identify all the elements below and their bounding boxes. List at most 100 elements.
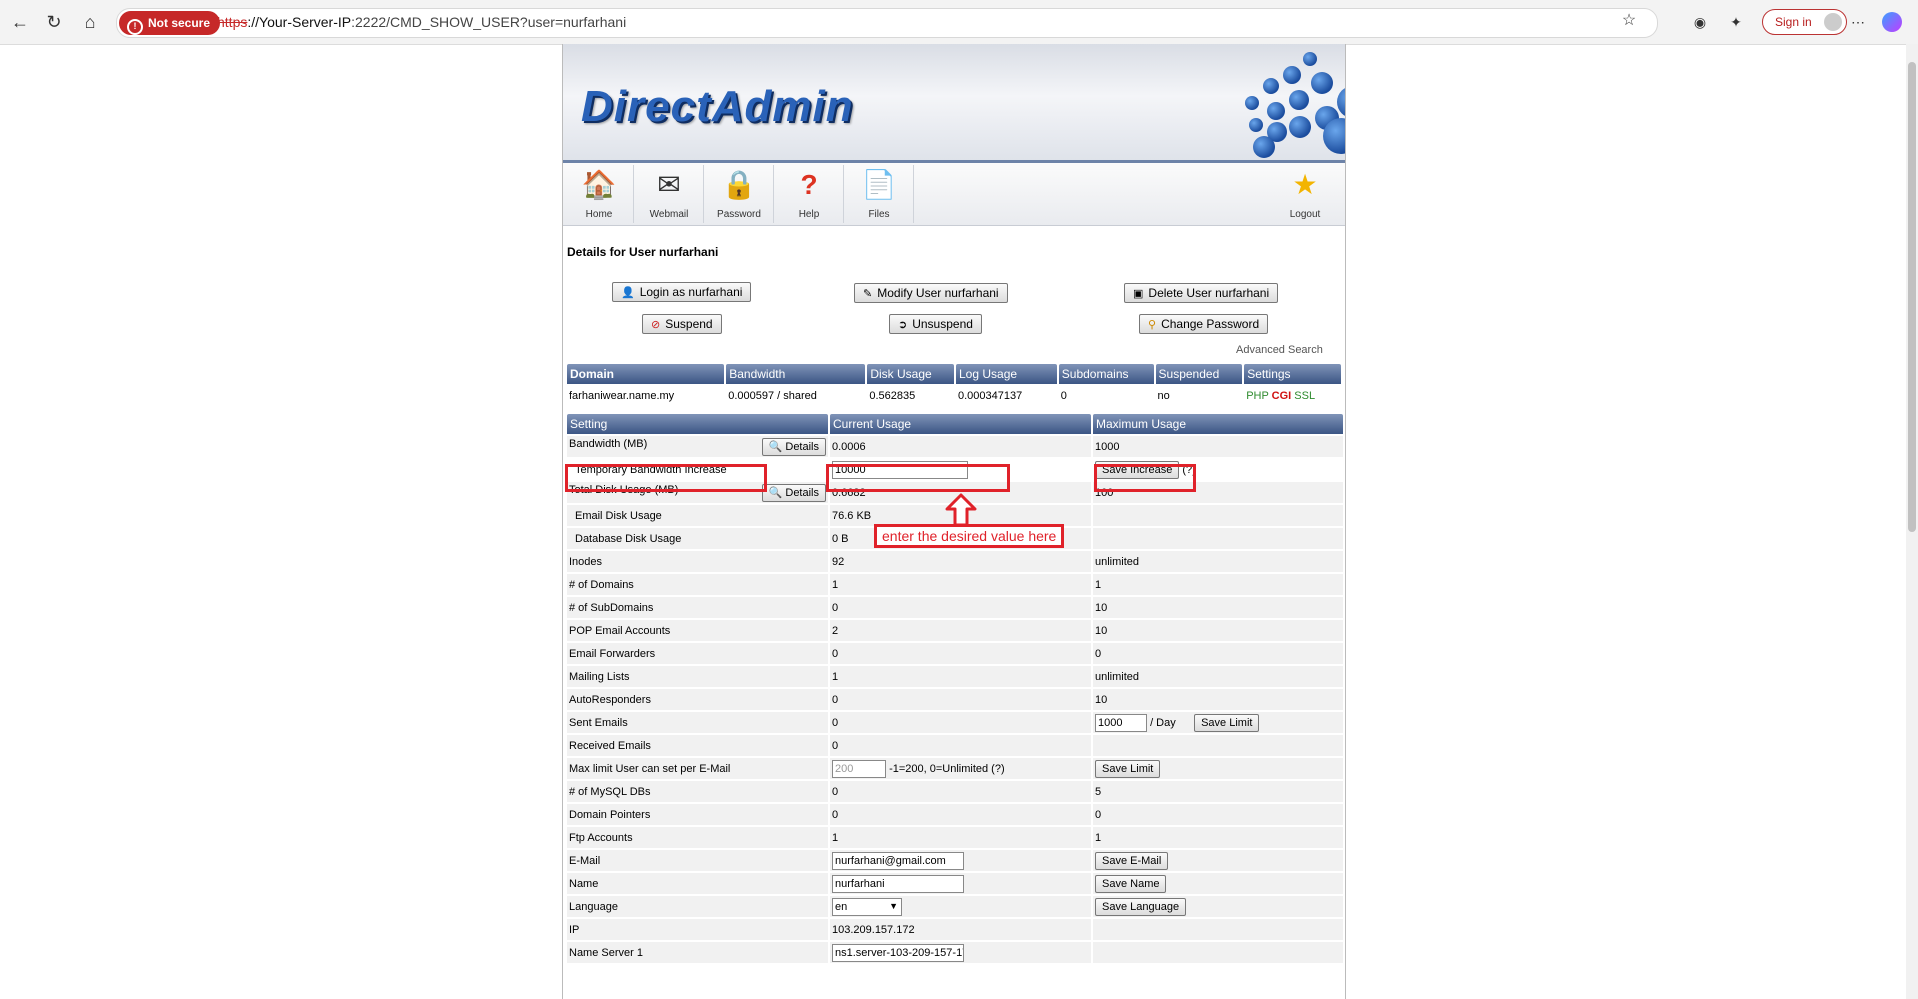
suspended-value: no [1157, 390, 1170, 402]
not-secure-badge[interactable]: ! Not secure [119, 11, 221, 35]
temp-bandwidth-input[interactable]: 10000 [832, 460, 968, 479]
header-banner: DirectAdmin [563, 44, 1345, 163]
usage-header-row: Setting Current Usage Maximum Usage [567, 414, 1343, 434]
chevron-down-icon: ▼ [889, 900, 898, 911]
save-limit-button[interactable]: Save Limit [1194, 713, 1260, 732]
save-email-button[interactable]: Save E-Mail [1095, 851, 1169, 870]
logo-dot [1245, 96, 1259, 110]
bandwidth-value: 0.000597 / shared [728, 390, 817, 402]
disk-value: 0.562835 [869, 390, 916, 402]
domains-header-row: Domain Bandwidth Disk Usage Log Usage Su… [567, 364, 1341, 384]
table-row: Ftp Accounts 1 1 [567, 827, 1343, 848]
edit-icon: ✎ [863, 288, 873, 300]
scrollbar-thumb[interactable] [1908, 62, 1916, 532]
disk-details-button[interactable]: 🔍 Details [761, 483, 826, 502]
col-suspended: Suspended [1155, 364, 1243, 384]
advanced-search-link[interactable]: Advanced Search [1236, 344, 1323, 356]
suspend-button[interactable]: ⊘ Suspend [642, 314, 722, 334]
url-text: https://Your-Server-IP:2222/CMD_SHOW_USE… [217, 14, 627, 30]
table-row: Mailing Lists 1 unlimited [567, 666, 1343, 687]
save-name-button[interactable]: Save Name [1095, 874, 1167, 893]
toolbar-logout[interactable]: ★ Logout [1271, 165, 1339, 223]
sign-in-button[interactable]: Sign in [1762, 9, 1847, 35]
table-row: Name nurfarhani Save Name [567, 873, 1343, 894]
table-row: # of Domains 1 1 [567, 574, 1343, 595]
mail-icon: ✉ [657, 169, 681, 200]
table-row: AutoResponders 0 10 [567, 689, 1343, 710]
table-row: farhaniwear.name.my 0.000597 / shared 0.… [567, 386, 1341, 406]
col-subdomains: Subdomains [1058, 364, 1154, 384]
nameserver1-field[interactable]: ns1.server-103-209-157-17 [832, 943, 964, 962]
logo-dot [1323, 118, 1345, 154]
logo-dot [1267, 102, 1285, 120]
col-bandwidth: Bandwidth [726, 364, 866, 384]
log-value: 0.000347137 [958, 390, 1023, 402]
max-limit-input[interactable]: 200 [832, 759, 886, 778]
php-badge: PHP [1246, 390, 1269, 402]
col-domain: Domain [567, 364, 725, 384]
modify-user-button[interactable]: ✎ Modify User nurfarhani [854, 283, 1008, 303]
avatar [1823, 13, 1842, 31]
address-bar[interactable]: ! Not secure https://Your-Server-IP:2222/… [116, 8, 1658, 38]
help-link[interactable]: (?) [1182, 463, 1195, 475]
delete-user-button[interactable]: ▣ Delete User nurfarhani [1124, 283, 1279, 303]
table-row: Sent Emails 0 1000 / Day Save Limit [567, 712, 1343, 733]
col-log-usage: Log Usage [956, 364, 1057, 384]
sent-limit-input[interactable]: 1000 [1095, 713, 1147, 732]
table-row: Name Server 1 ns1.server-103-209-157-17 [567, 942, 1343, 963]
save-language-button[interactable]: Save Language [1095, 897, 1187, 916]
language-select[interactable]: en ▼ [832, 897, 902, 916]
settings-cell: PHP CGI SSL [1244, 386, 1341, 406]
logo-dot [1289, 90, 1309, 110]
col-disk-usage: Disk Usage [867, 364, 954, 384]
temp-bandwidth-label: Temporary Bandwidth Increase [567, 459, 828, 480]
da-toolbar: 🏠 Home ✉ Webmail 🔒 Password ? Help 📄 Files ★ L… [563, 163, 1345, 226]
back-icon[interactable]: ← [8, 10, 32, 34]
col-settings: Settings [1244, 364, 1341, 384]
table-row: POP Email Accounts 2 10 [567, 620, 1343, 641]
unsuspend-button[interactable]: ➲ Unsuspend [889, 314, 982, 334]
logo-dot [1311, 72, 1333, 94]
page-scrollbar[interactable] [1906, 44, 1918, 999]
logo-dot [1263, 78, 1279, 94]
reload-icon[interactable]: ↻ [42, 10, 66, 34]
toolbar-home[interactable]: 🏠 Home [565, 165, 634, 223]
col-setting: Setting [567, 414, 828, 434]
name-field[interactable]: nurfarhani [832, 874, 964, 893]
table-row: # of SubDomains 0 10 [567, 597, 1343, 618]
col-maximum-usage: Maximum Usage [1093, 414, 1343, 434]
domains-table: Domain Bandwidth Disk Usage Log Usage Su… [565, 362, 1343, 408]
page-title: Details for User nurfarhani [567, 245, 719, 259]
table-row: Temporary Bandwidth Increase 10000 Save … [567, 459, 1343, 480]
login-as-button[interactable]: 👤 Login as nurfarhani [612, 282, 752, 302]
toolbar-help[interactable]: ? Help [775, 165, 844, 223]
bandwidth-details-button[interactable]: 🔍 Details [761, 437, 826, 456]
toolbar-files[interactable]: 📄 Files [845, 165, 914, 223]
save-max-limit-button[interactable]: Save Limit [1095, 759, 1161, 778]
toolbar-webmail[interactable]: ✉ Webmail [635, 165, 704, 223]
domain-link[interactable]: farhaniwear.name.my [567, 386, 724, 406]
camera-icon[interactable]: ◉ [1688, 10, 1712, 34]
delete-icon: ▣ [1133, 288, 1144, 300]
up-arrow-icon [945, 493, 977, 527]
email-field[interactable]: nurfarhani@gmail.com [832, 851, 964, 870]
copilot-icon[interactable] [1882, 12, 1902, 32]
table-row: # of MySQL DBs 0 5 [567, 781, 1343, 802]
save-increase-button[interactable]: Save Increase [1095, 460, 1180, 479]
help-icon: ? [800, 169, 818, 200]
table-row: Inodes 92 unlimited [567, 551, 1343, 572]
star-icon[interactable]: ☆ [1617, 9, 1641, 33]
extensions-icon[interactable]: ✦ [1724, 10, 1748, 34]
suspend-icon: ⊘ [651, 319, 661, 331]
logo-dot [1249, 118, 1263, 132]
menu-icon[interactable]: ⋯ [1846, 10, 1870, 34]
home-icon[interactable]: ⌂ [78, 10, 102, 34]
toolbar-password[interactable]: 🔒 Password [705, 165, 774, 223]
star-logout-icon: ★ [1292, 169, 1318, 200]
key-icon: ⚲ [1148, 319, 1157, 331]
table-row: Max limit User can set per E-Mail 200 -1… [567, 758, 1343, 779]
change-password-button[interactable]: ⚲ Change Password [1139, 314, 1269, 334]
files-icon: 📄 [861, 169, 897, 200]
house-icon: 🏠 [581, 169, 617, 200]
table-row: Received Emails 0 [567, 735, 1343, 756]
